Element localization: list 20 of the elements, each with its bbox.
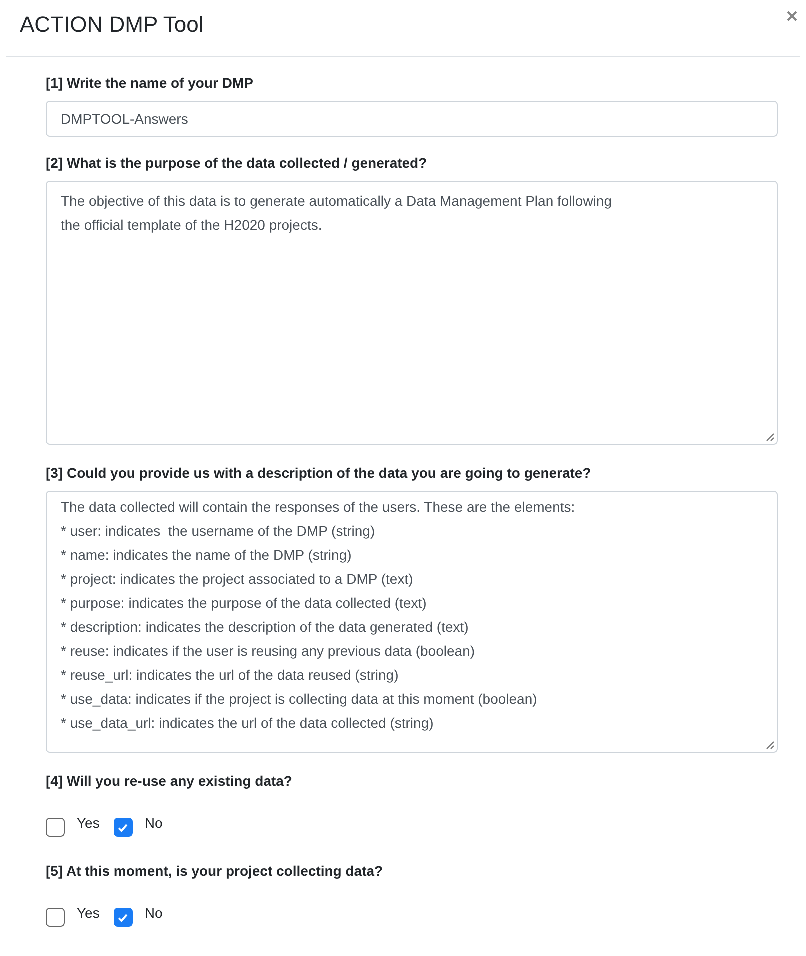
input-field[interactable]: DMPTOOL-Answers: [46, 101, 778, 137]
option-label: No: [144, 905, 163, 921]
close-button[interactable]: ×: [784, 7, 800, 27]
window-title: ACTION DMP Tool: [20, 12, 204, 38]
option-label: Yes: [77, 815, 100, 831]
question-label: [5] At this moment, is your project collecting data?: [46, 863, 384, 879]
question-label: [4] Will you re-use any existing data?: [46, 773, 294, 789]
answer-box[interactable]: The objective of this data is to generate automatically a Data Management Plan following the official template of the H2020 projects.: [46, 181, 778, 445]
resize-handle-icon[interactable]: [765, 432, 775, 442]
question-label: [2] What is the purpose of the data collected / generated?: [46, 155, 428, 171]
checkbox[interactable]: [114, 908, 133, 927]
checkbox[interactable]: [46, 818, 65, 837]
checkbox[interactable]: [114, 818, 133, 837]
resize-handle-icon[interactable]: [765, 740, 775, 750]
question-label: [3] Could you provide us with a description of the data you are going to generate?: [46, 465, 592, 481]
option-label: Yes: [77, 905, 100, 921]
checkbox[interactable]: [46, 908, 65, 927]
answer-box[interactable]: The data collected will contain the responses of the users. These are the elements: * user: indicates the username of the DMP (string) * name: indicates the name of the DMP (string) * project: indicates the project associated to a DMP (text) * purpose: indicates the purpose of the data collected (text) * description: indicates the description of the data generated (text) * reuse: indicates if the user is reusing any previous data (boolean) * reuse_url: indicates the url of the data reused (string) * use_data: indicates if the project is collecting data at this moment (boolean) * use_data_url: indicates the url of the data collected (string): [46, 491, 778, 753]
question-label: [1] Write the name of your DMP: [46, 75, 254, 91]
option-label: No: [144, 815, 163, 831]
